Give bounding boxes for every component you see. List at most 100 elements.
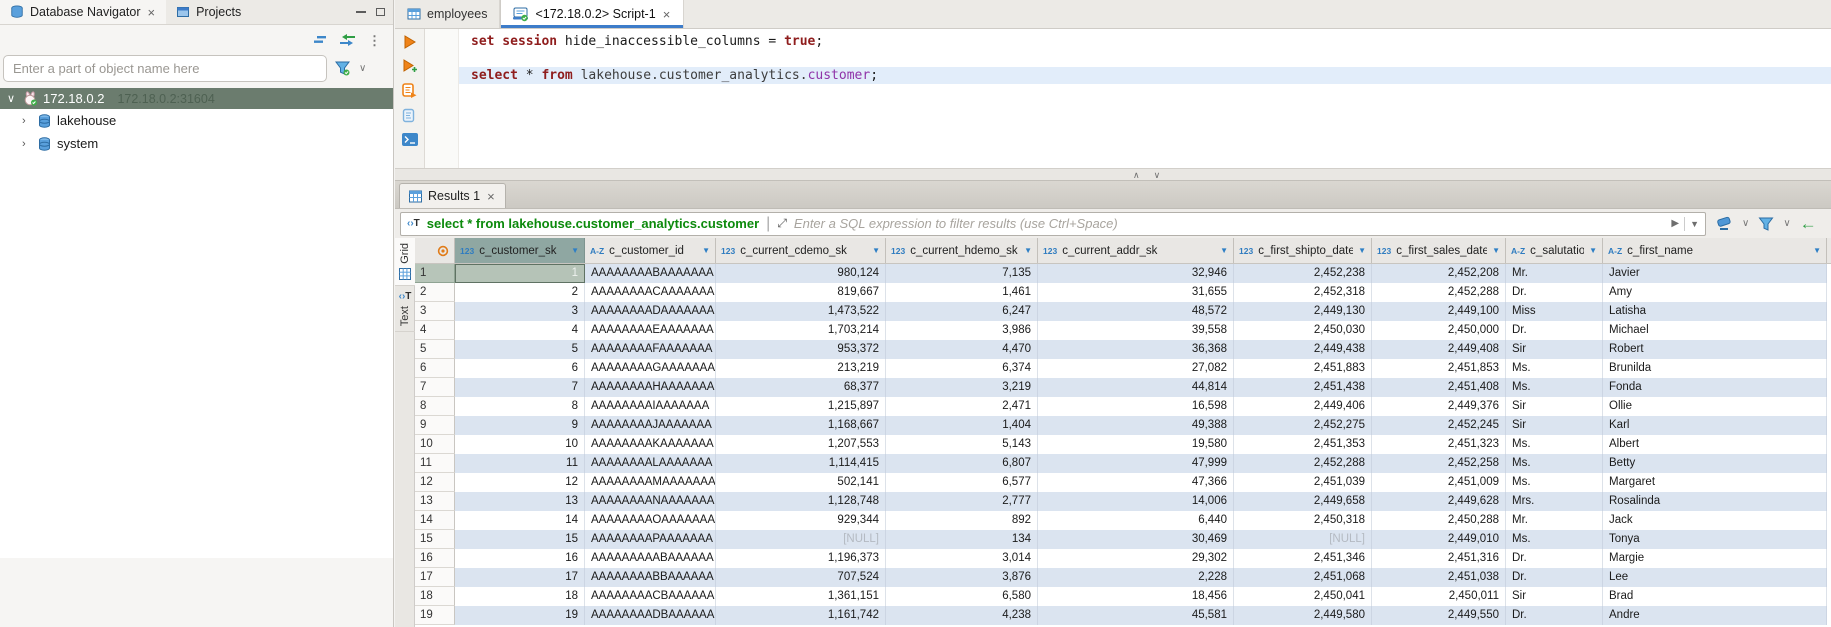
grid-cell[interactable]: 8 bbox=[455, 397, 585, 416]
chevron-collapsed-icon[interactable]: › bbox=[22, 138, 32, 150]
grid-cell[interactable]: Betty bbox=[1603, 454, 1827, 473]
grid-cell[interactable]: Margie bbox=[1603, 549, 1827, 568]
grid-cell[interactable]: Ms. bbox=[1506, 378, 1603, 397]
grid-cell[interactable]: 6,440 bbox=[1038, 511, 1234, 530]
grid-cell[interactable]: 2,451,438 bbox=[1234, 378, 1372, 397]
grid-cell[interactable]: Jack bbox=[1603, 511, 1827, 530]
grid-cell[interactable]: AAAAAAAADAAAAAAA bbox=[585, 302, 716, 321]
grid-cell[interactable]: 1,207,553 bbox=[716, 435, 886, 454]
grid-cell[interactable]: 1,361,151 bbox=[716, 587, 886, 606]
grid-cell[interactable]: 2,449,100 bbox=[1372, 302, 1506, 321]
grid-cell[interactable]: 1,114,415 bbox=[716, 454, 886, 473]
row-number[interactable]: 6 bbox=[415, 359, 455, 378]
column-dropdown-icon[interactable]: ▼ bbox=[702, 246, 710, 255]
grid-cell[interactable]: 7,135 bbox=[886, 264, 1038, 283]
grid-cell[interactable]: 2,450,000 bbox=[1372, 321, 1506, 340]
grid-cell[interactable]: 1,168,667 bbox=[716, 416, 886, 435]
row-number[interactable]: 19 bbox=[415, 606, 455, 625]
grid-cell[interactable]: 68,377 bbox=[716, 378, 886, 397]
row-number[interactable]: 12 bbox=[415, 473, 455, 492]
editor-results-splitter[interactable]: ∧∨ bbox=[395, 168, 1831, 181]
grid-cell[interactable]: Mr. bbox=[1506, 511, 1603, 530]
grid-cell[interactable]: 19 bbox=[455, 606, 585, 625]
grid-cell[interactable]: Dr. bbox=[1506, 321, 1603, 340]
grid-cell[interactable]: 48,572 bbox=[1038, 302, 1234, 321]
grid-cell[interactable]: Brad bbox=[1603, 587, 1827, 606]
grid-cell[interactable]: 2,449,130 bbox=[1234, 302, 1372, 321]
grid-cell[interactable]: 2,452,238 bbox=[1234, 264, 1372, 283]
grid-cell[interactable]: 16,598 bbox=[1038, 397, 1234, 416]
grid-cell[interactable]: 2,451,068 bbox=[1234, 568, 1372, 587]
view-menu-icon[interactable]: ⋮ bbox=[368, 34, 381, 47]
grid-cell[interactable]: AAAAAAAAOAAAAAAA bbox=[585, 511, 716, 530]
grid-cell[interactable]: 45,581 bbox=[1038, 606, 1234, 625]
chevron-collapsed-icon[interactable]: › bbox=[22, 115, 32, 127]
clear-filter-eraser-icon[interactable] bbox=[1715, 216, 1733, 231]
grid-cell[interactable]: Tonya bbox=[1603, 530, 1827, 549]
grid-cell[interactable]: Sir bbox=[1506, 587, 1603, 606]
column-dropdown-icon[interactable]: ▼ bbox=[1492, 246, 1500, 255]
grid-cell[interactable]: 3,014 bbox=[886, 549, 1038, 568]
grid-cell[interactable]: Javier bbox=[1603, 264, 1827, 283]
grid-cell[interactable]: AAAAAAAABAAAAAAA bbox=[585, 264, 716, 283]
grid-cell[interactable]: 134 bbox=[886, 530, 1038, 549]
grid-cell[interactable]: Albert bbox=[1603, 435, 1827, 454]
grid-cell[interactable]: 929,344 bbox=[716, 511, 886, 530]
tab-script-1[interactable]: <172.18.0.2> Script-1 × bbox=[500, 0, 684, 28]
grid-cell[interactable]: Margaret bbox=[1603, 473, 1827, 492]
chevron-expanded-icon[interactable]: ∨ bbox=[7, 92, 17, 105]
row-number[interactable]: 10 bbox=[415, 435, 455, 454]
column-header-c_customer_sk[interactable]: 123c_customer_sk▼ bbox=[455, 238, 585, 263]
grid-cell[interactable]: Fonda bbox=[1603, 378, 1827, 397]
grid-cell[interactable]: 980,124 bbox=[716, 264, 886, 283]
grid-cell[interactable]: 3,986 bbox=[886, 321, 1038, 340]
grid-cell[interactable]: AAAAAAAAMAAAAAAA bbox=[585, 473, 716, 492]
grid-cell[interactable]: 10 bbox=[455, 435, 585, 454]
grid-cell[interactable]: 892 bbox=[886, 511, 1038, 530]
grid-cell[interactable]: 2,452,245 bbox=[1372, 416, 1506, 435]
grid-cell[interactable]: Lee bbox=[1603, 568, 1827, 587]
grid-cell[interactable]: 6,580 bbox=[886, 587, 1038, 606]
row-number[interactable]: 7 bbox=[415, 378, 455, 397]
apply-filter-button[interactable]: ▶▼ bbox=[1671, 217, 1699, 231]
grid-cell[interactable]: 2,451,039 bbox=[1234, 473, 1372, 492]
grid-cell[interactable]: AAAAAAAAGAAAAAAA bbox=[585, 359, 716, 378]
grid-cell[interactable]: AAAAAAAACAAAAAAA bbox=[585, 283, 716, 302]
grid-cell[interactable]: 953,372 bbox=[716, 340, 886, 359]
expand-filter-icon[interactable]: ⤢ bbox=[777, 216, 787, 231]
grid-cell[interactable]: Ms. bbox=[1506, 454, 1603, 473]
grid-cell[interactable]: 5 bbox=[455, 340, 585, 359]
grid-cell[interactable]: 47,999 bbox=[1038, 454, 1234, 473]
grid-cell[interactable]: 1,461 bbox=[886, 283, 1038, 302]
tree-item-connection[interactable]: ∨ 172.18.0.2 172.18.0.2:31604 bbox=[0, 88, 393, 109]
grid-cell[interactable]: 2,449,550 bbox=[1372, 606, 1506, 625]
grid-cell[interactable]: Andre bbox=[1603, 606, 1827, 625]
grid-cell[interactable]: 1,473,522 bbox=[716, 302, 886, 321]
grid-corner-cell[interactable] bbox=[415, 238, 455, 263]
close-icon[interactable]: × bbox=[662, 8, 672, 21]
grid-cell[interactable]: 2,451,038 bbox=[1372, 568, 1506, 587]
row-number[interactable]: 9 bbox=[415, 416, 455, 435]
grid-cell[interactable]: 213,219 bbox=[716, 359, 886, 378]
grid-cell[interactable]: 30,469 bbox=[1038, 530, 1234, 549]
grid-cell[interactable]: 16 bbox=[455, 549, 585, 568]
grid-cell[interactable]: 2,451,316 bbox=[1372, 549, 1506, 568]
grid-cell[interactable]: 1,128,748 bbox=[716, 492, 886, 511]
grid-cell[interactable]: 31,655 bbox=[1038, 283, 1234, 302]
row-number[interactable]: 13 bbox=[415, 492, 455, 511]
grid-cell[interactable]: 4,470 bbox=[886, 340, 1038, 359]
grid-cell[interactable]: AAAAAAAAABAAAAAA bbox=[585, 549, 716, 568]
grid-cell[interactable]: Sir bbox=[1506, 397, 1603, 416]
column-header-c_first_shipto_date_sk[interactable]: 123c_first_shipto_date_sk▼ bbox=[1234, 238, 1372, 263]
grid-cell[interactable]: Ms. bbox=[1506, 473, 1603, 492]
grid-cell[interactable]: 3 bbox=[455, 302, 585, 321]
execute-script-icon[interactable] bbox=[402, 83, 417, 98]
grid-cell[interactable]: 2,449,406 bbox=[1234, 397, 1372, 416]
row-number[interactable]: 5 bbox=[415, 340, 455, 359]
filters-funnel-icon[interactable] bbox=[1758, 217, 1774, 231]
grid-cell[interactable]: 14,006 bbox=[1038, 492, 1234, 511]
grid-cell[interactable]: Ms. bbox=[1506, 530, 1603, 549]
grid-cell[interactable]: 2,451,883 bbox=[1234, 359, 1372, 378]
grid-cell[interactable]: 2,451,853 bbox=[1372, 359, 1506, 378]
grid-cell[interactable]: 1,215,897 bbox=[716, 397, 886, 416]
